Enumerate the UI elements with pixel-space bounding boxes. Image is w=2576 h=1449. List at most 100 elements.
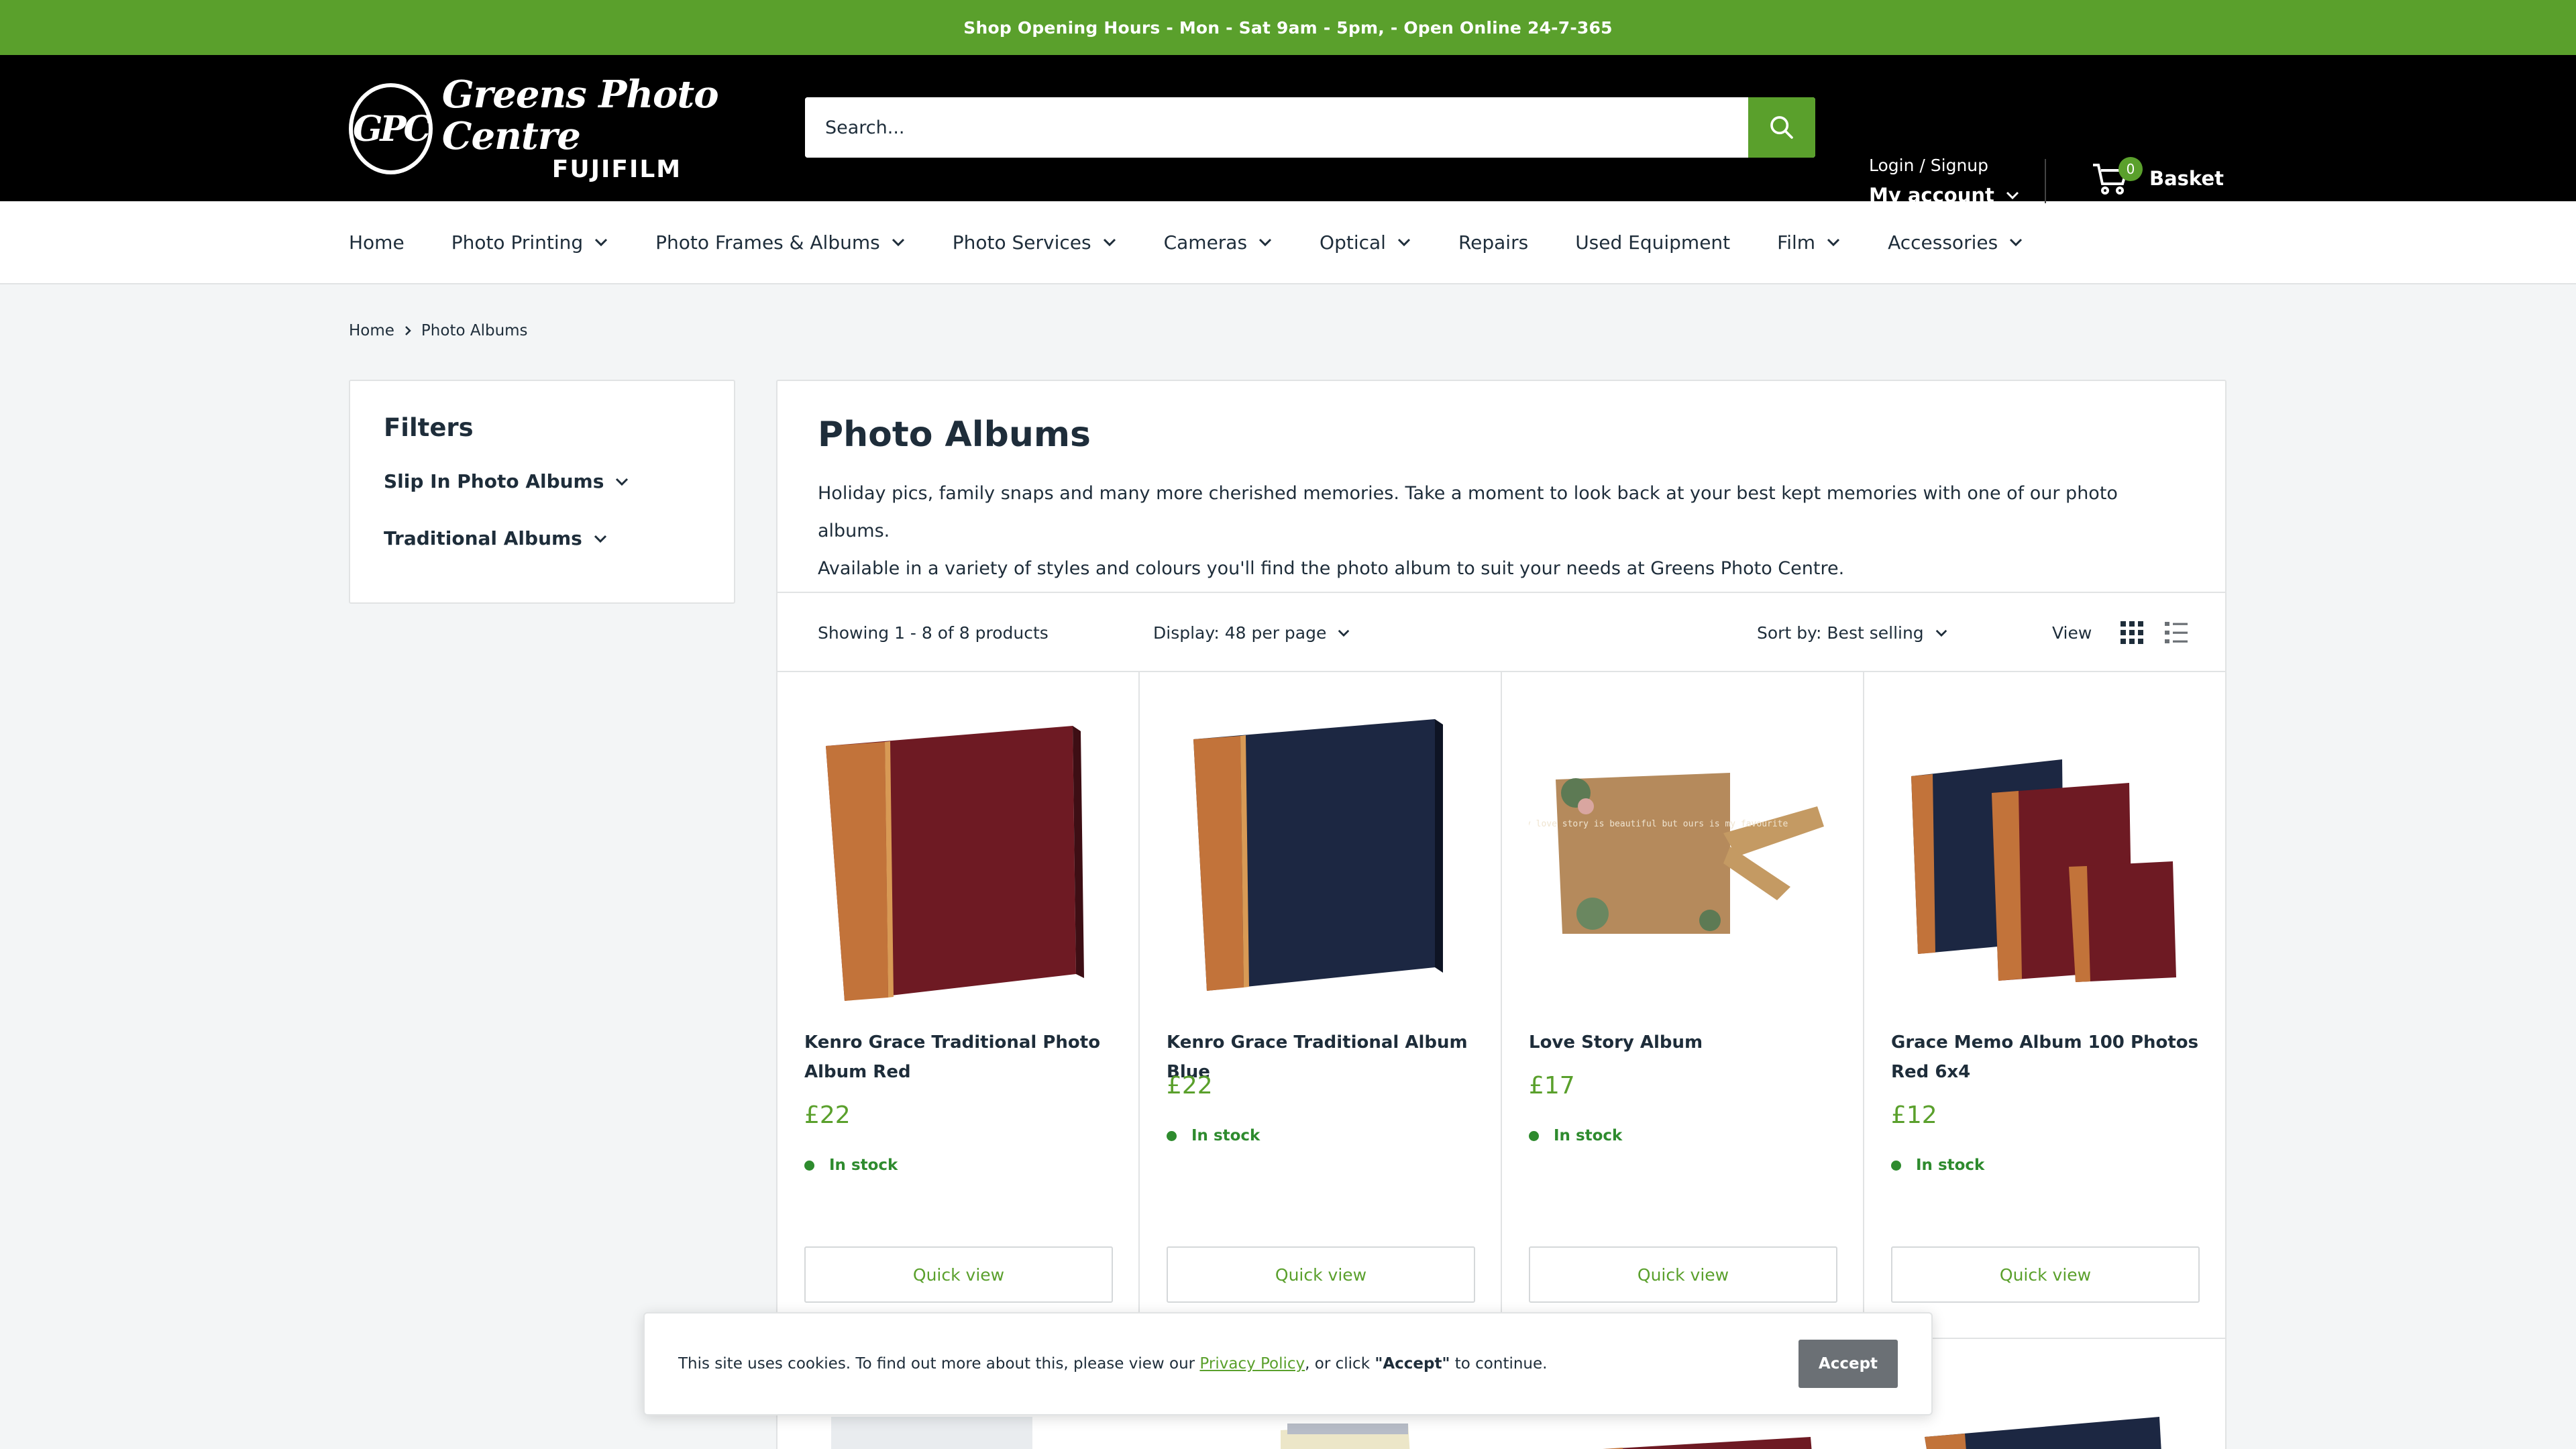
grid-view-icon (2121, 621, 2143, 644)
product-image-memo-albums (1911, 759, 2176, 982)
product-card[interactable]: Kenro Grace Traditional Album Blue £22 I… (1140, 672, 1502, 1343)
product-price: £22 (1167, 1072, 1213, 1099)
nav-item-home[interactable]: Home (349, 231, 405, 254)
product-image-love-story-album: every love story is beautiful but ours i… (1529, 773, 1824, 934)
filter-slip-in-photo-albums[interactable]: Slip In Photo Albums (384, 470, 700, 492)
sort-select[interactable]: Sort by: Best selling (1757, 593, 1948, 672)
nav-label: Repairs (1458, 231, 1529, 254)
grid-view-button[interactable] (2119, 593, 2145, 672)
nav-label: Photo Frames & Albums (655, 231, 880, 254)
nav-item-photo-frames-albums[interactable]: Photo Frames & Albums (655, 231, 906, 254)
nav-label: Film (1777, 231, 1816, 254)
filters-panel: Filters Slip In Photo Albums Traditional… (349, 380, 735, 604)
love-story-cover-text: every love story is beautiful but ours i… (1529, 819, 1788, 829)
nav-item-photo-printing[interactable]: Photo Printing (451, 231, 608, 254)
breadcrumb-current: Photo Albums (421, 322, 528, 339)
cookie-message: This site uses cookies. To find out more… (678, 1355, 1799, 1373)
stock-dot (804, 1160, 814, 1171)
quick-view-button[interactable]: Quick view (1167, 1246, 1475, 1303)
chevron-down-icon (1258, 238, 1272, 247)
logo-name: Greens Photo Centre (441, 72, 719, 158)
stock-label: In stock (1916, 1157, 1985, 1174)
chevron-down-icon (595, 238, 608, 247)
chevron-down-icon (1338, 629, 1350, 637)
search-button[interactable] (1748, 97, 1815, 158)
product-name[interactable]: Kenro Grace Traditional Photo Album Red (804, 1028, 1120, 1087)
stock-status: In stock (804, 1157, 898, 1174)
chevron-down-icon (892, 238, 904, 247)
nav-label: Accessories (1888, 231, 1998, 254)
stock-dot (1529, 1130, 1539, 1141)
product-price: £22 (804, 1102, 851, 1129)
list-view-icon (2165, 622, 2188, 643)
stock-status: In stock (1891, 1157, 1984, 1174)
accept-cookies-button[interactable]: Accept (1799, 1340, 1898, 1388)
stock-status: In stock (1529, 1127, 1622, 1144)
announcement-bar: Shop Opening Hours - Mon - Sat 9am - 5pm… (0, 0, 2576, 55)
chevron-right-icon (405, 326, 411, 335)
product-price: £12 (1891, 1102, 1937, 1129)
filter-label: Slip In Photo Albums (384, 470, 604, 492)
chevron-down-icon (1103, 238, 1116, 247)
product-name[interactable]: Love Story Album (1529, 1028, 1844, 1057)
search-input[interactable] (805, 97, 1748, 158)
product-image-blue-album-2 (1925, 1417, 2161, 1449)
product-card[interactable]: every love story is beautiful but ours i… (1502, 672, 1864, 1343)
logo-mark: GPC (349, 83, 433, 174)
product-card[interactable]: Grace Memo Album 100 Photos Red 6x4 £12 … (1864, 672, 2226, 1343)
nav-item-accessories[interactable]: Accessories (1888, 231, 2023, 254)
nav-item-cameras[interactable]: Cameras (1164, 231, 1273, 254)
filter-label: Traditional Albums (384, 527, 582, 549)
display-per-page-select[interactable]: Display: 48 per page (1153, 593, 1350, 672)
header-divider (2045, 159, 2046, 203)
cookie-accept-quote: "Accept" (1375, 1355, 1450, 1373)
search-icon (1770, 116, 1793, 139)
my-account-menu[interactable]: My account (1869, 184, 2020, 207)
privacy-policy-link[interactable]: Privacy Policy (1199, 1355, 1305, 1373)
product-name[interactable]: Grace Memo Album 100 Photos Red 6x4 (1891, 1028, 2206, 1087)
site-header: GPC Greens Photo Centre FUJIFILM Login /… (0, 55, 2576, 207)
nav-item-repairs[interactable]: Repairs (1458, 231, 1528, 254)
stock-dot (1891, 1160, 1901, 1171)
nav-item-film[interactable]: Film (1777, 231, 1841, 254)
basket-link[interactable]: 0 Basket (2092, 157, 2224, 196)
filter-traditional-albums[interactable]: Traditional Albums (384, 527, 700, 549)
chevron-down-icon (1827, 238, 1840, 247)
collection-header: Photo Albums Holiday pics, family snaps … (777, 381, 2225, 593)
quick-view-button[interactable]: Quick view (804, 1246, 1113, 1303)
chevron-down-icon (2006, 191, 2019, 200)
chevron-down-icon (1935, 629, 1947, 637)
collection-description: Holiday pics, family snaps and many more… (818, 475, 2185, 588)
nav-label: Used Equipment (1575, 231, 1731, 254)
chevron-down-icon (2010, 238, 2023, 247)
breadcrumb-home[interactable]: Home (349, 322, 394, 339)
login-link[interactable]: Login / Signup (1869, 156, 1988, 175)
product-price: £17 (1529, 1072, 1575, 1099)
logo-wordmark: Greens Photo Centre FUJIFILM (442, 74, 751, 183)
product-image-red-album (826, 726, 1084, 1001)
display-label: Display: 48 per page (1153, 623, 1327, 643)
quick-view-button[interactable]: Quick view (1891, 1246, 2200, 1303)
main-nav: Home Photo Printing Photo Frames & Album… (0, 201, 2576, 284)
nav-label: Optical (1320, 231, 1386, 254)
sort-label: Sort by: Best selling (1757, 623, 1924, 643)
nav-item-photo-services[interactable]: Photo Services (953, 231, 1117, 254)
nav-label: Home (349, 231, 405, 254)
logo-brand: FUJIFILM (551, 156, 682, 184)
list-view-button[interactable] (2163, 593, 2189, 672)
stock-status: In stock (1167, 1127, 1260, 1144)
view-label: View (2052, 623, 2092, 643)
product-name[interactable]: Kenro Grace Traditional Album Blue (1167, 1028, 1482, 1087)
nav-item-optical[interactable]: Optical (1320, 231, 1411, 254)
filters-title: Filters (384, 413, 474, 442)
cookie-text: to continue. (1450, 1355, 1548, 1373)
cookie-text: This site uses cookies. To find out more… (678, 1355, 1200, 1373)
description-line: Available in a variety of styles and col… (818, 558, 1845, 579)
cookie-text: , or click (1305, 1355, 1375, 1373)
nav-label: Cameras (1163, 231, 1248, 254)
site-logo[interactable]: GPC Greens Photo Centre FUJIFILM (349, 74, 751, 183)
product-count: Showing 1 - 8 of 8 products (818, 623, 1049, 643)
product-card[interactable]: Kenro Grace Traditional Photo Album Red … (777, 672, 1140, 1343)
nav-item-used-equipment[interactable]: Used Equipment (1575, 231, 1730, 254)
quick-view-button[interactable]: Quick view (1529, 1246, 1837, 1303)
